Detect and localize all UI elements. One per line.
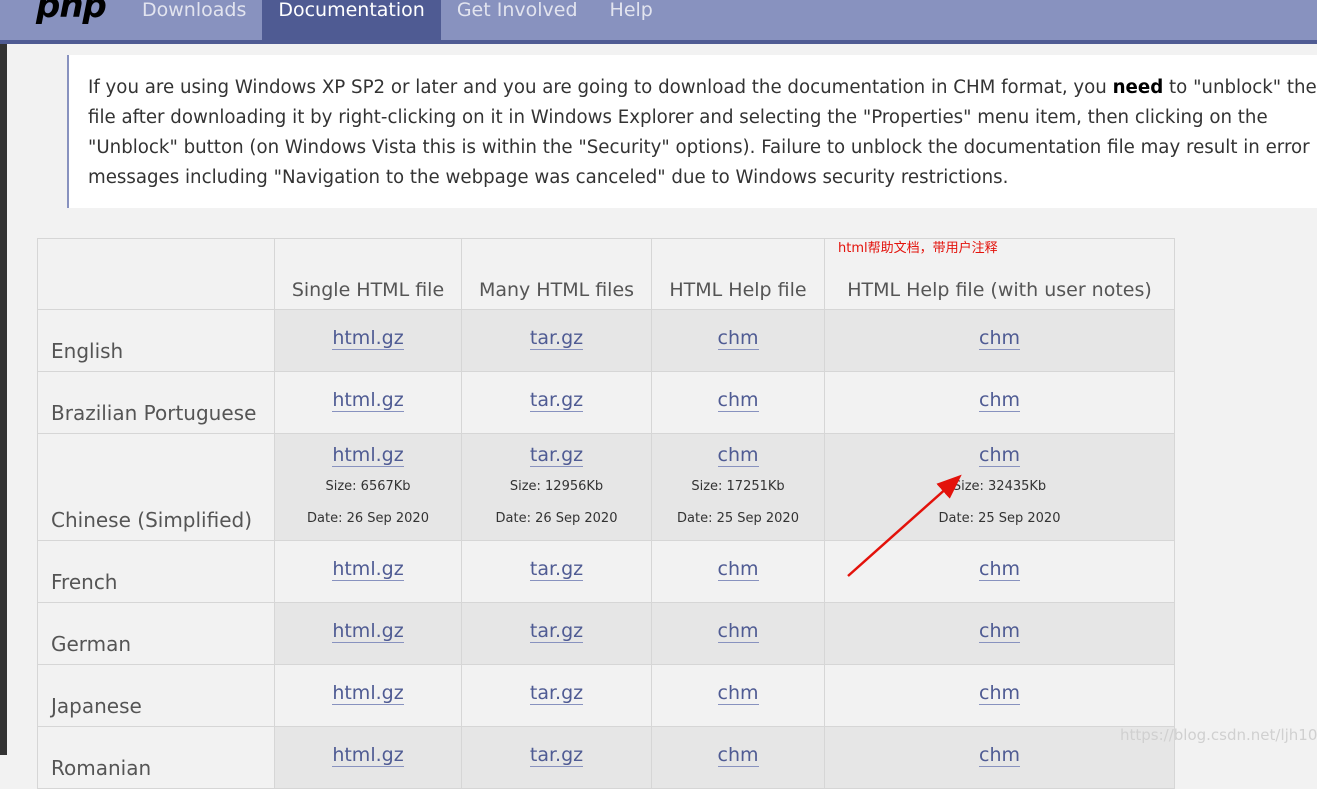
red-arrow-annotation: [847, 474, 962, 577]
csdn-watermark: https://blog.csdn.net/ljh101: [1120, 726, 1317, 744]
